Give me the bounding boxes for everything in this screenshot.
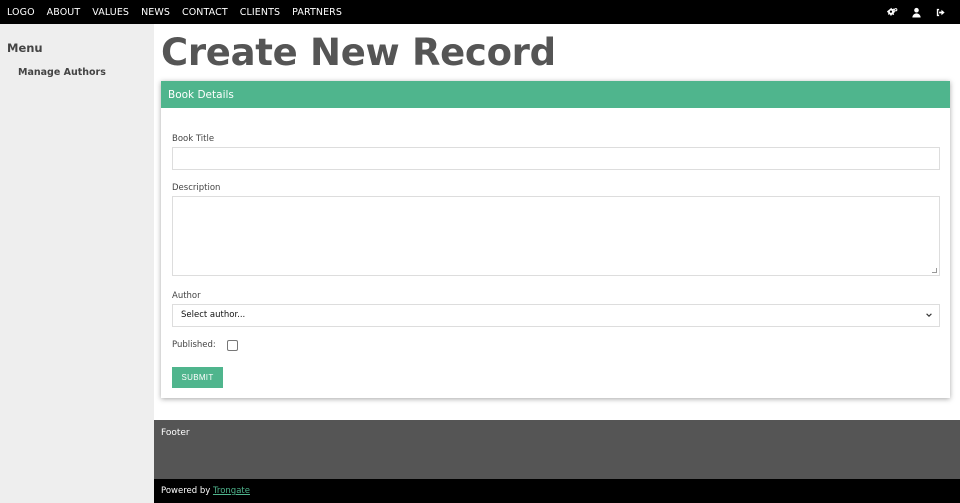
published-checkbox[interactable] [227, 340, 238, 351]
sidebar: Menu Manage Authors [0, 24, 154, 503]
bottom-bar: Powered by Trongate [154, 479, 960, 503]
nav-logo[interactable]: LOGO [7, 7, 35, 18]
chevron-down-icon [926, 313, 932, 317]
nav-partners[interactable]: PARTNERS [292, 7, 342, 18]
top-nav-links: LOGO ABOUT VALUES NEWS CONTACT CLIENTS P… [7, 0, 354, 24]
powered-by: Powered by Trongate [161, 486, 250, 496]
published-label: Published: [172, 340, 216, 350]
description-label: Description [172, 183, 221, 193]
top-icons [886, 0, 946, 24]
author-select-value: Select author... [181, 310, 246, 320]
footer-text: Footer [161, 428, 190, 438]
submit-button[interactable]: SUBMIT [172, 367, 223, 388]
logout-icon[interactable] [934, 6, 946, 18]
sidebar-heading: Menu [7, 41, 43, 55]
author-label: Author [172, 291, 201, 301]
sidebar-item-manage-authors[interactable]: Manage Authors [18, 67, 106, 78]
footer: Footer [154, 420, 960, 479]
card-header: Book Details [161, 81, 950, 108]
settings-icon[interactable] [886, 6, 898, 18]
user-icon[interactable] [910, 6, 922, 18]
top-navbar: LOGO ABOUT VALUES NEWS CONTACT CLIENTS P… [0, 0, 960, 24]
nav-values[interactable]: VALUES [92, 7, 129, 18]
nav-about[interactable]: ABOUT [47, 7, 81, 18]
page-title: Create New Record [161, 31, 556, 74]
main-content: Create New Record Book Details Book Titl… [154, 24, 960, 420]
description-textarea[interactable] [172, 196, 940, 276]
nav-news[interactable]: NEWS [141, 7, 170, 18]
powered-by-text: Powered by [161, 486, 211, 496]
book-title-label: Book Title [172, 134, 215, 144]
nav-clients[interactable]: CLIENTS [240, 7, 280, 18]
nav-contact[interactable]: CONTACT [182, 7, 228, 18]
book-details-card: Book Details Book Title Description Auth… [161, 81, 950, 398]
author-select[interactable]: Select author... [172, 304, 940, 327]
book-title-input[interactable] [172, 147, 940, 170]
resize-grip-icon[interactable] [932, 268, 937, 273]
trongate-link[interactable]: Trongate [213, 486, 250, 496]
